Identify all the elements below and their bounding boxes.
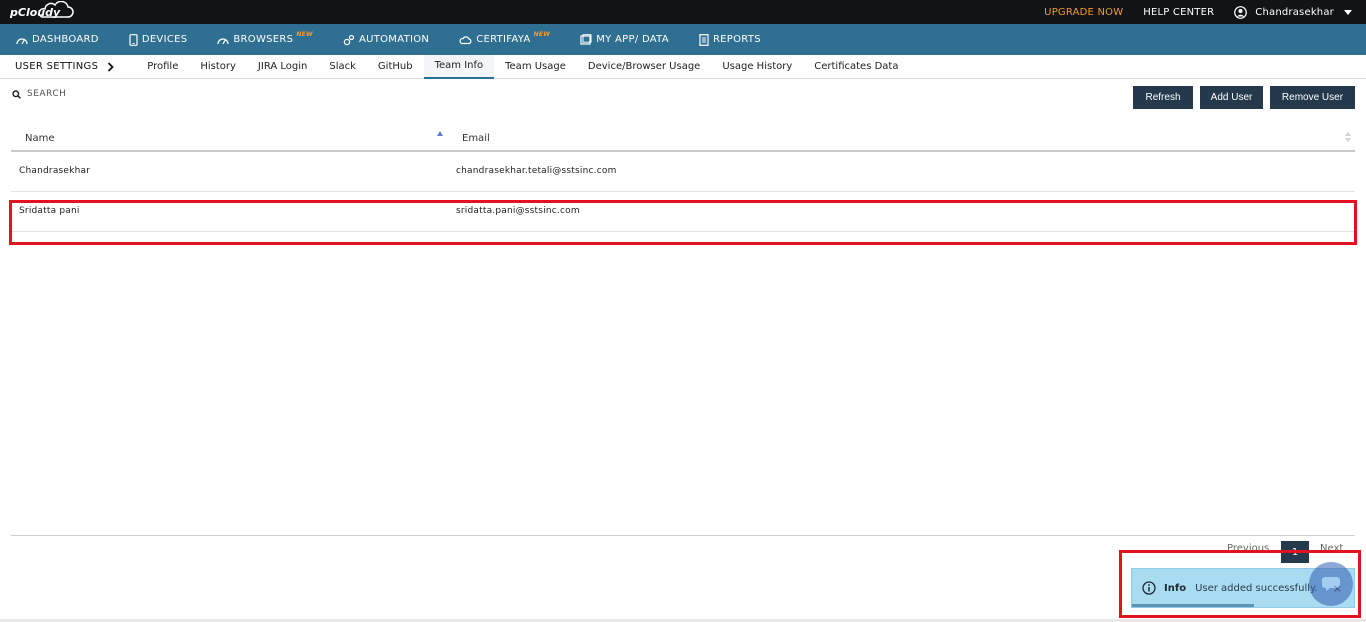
pagination-page-current[interactable]: 1 (1281, 541, 1309, 563)
team-table: Name Email Chandrasekhar chandrasekhar.t… (11, 125, 1355, 232)
tab-team-usage[interactable]: Team Usage (494, 55, 577, 79)
tab-certificates-data[interactable]: Certificates Data (803, 55, 909, 79)
table-header: Name Email (11, 125, 1355, 152)
toast-label: Info (1164, 582, 1187, 594)
table-row[interactable]: Sridatta pani sridatta.pani@sstsinc.com (11, 192, 1355, 232)
caret-down-icon (1344, 9, 1352, 15)
pagination-next[interactable]: Next (1320, 543, 1343, 554)
nav-automation[interactable]: AUTOMATION (343, 34, 429, 46)
pagination-previous[interactable]: Previous (1227, 543, 1269, 554)
user-name: Chandrasekhar (1255, 6, 1334, 18)
sort-ascending-icon[interactable] (437, 131, 443, 136)
tab-slack[interactable]: Slack (318, 55, 367, 79)
nav-label: CERTIFAYA (476, 34, 531, 45)
cell-email: sridatta.pani@sstsinc.com (456, 206, 580, 216)
document-icon (699, 33, 709, 46)
toast-progress-bar (1132, 604, 1255, 607)
tab-team-info[interactable]: Team Info (423, 54, 495, 79)
add-user-button[interactable]: Add User (1200, 86, 1263, 109)
toast-message: User added successfully. (1195, 582, 1318, 594)
new-badge: NEW (533, 31, 551, 38)
logo-text: pCloudy (10, 5, 61, 19)
search-label: SEARCH (27, 89, 67, 99)
nav-my-app-data[interactable]: MY APP/ DATA (580, 34, 669, 45)
top-bar: pCloudy UPGRADE NOW HELP CENTER Chandras… (0, 0, 1366, 24)
nav-label: DEVICES (141, 34, 188, 45)
search-icon (12, 89, 21, 99)
nav-certifaya[interactable]: CERTIFAYA NEW (459, 31, 551, 45)
chat-widget-button[interactable] (1309, 562, 1353, 606)
refresh-button[interactable]: Refresh (1133, 86, 1193, 109)
main-nav: DASHBOARD DEVICES BROWSERS NEW AUTOMATIO… (0, 24, 1366, 55)
cloud-icon (459, 35, 472, 44)
folder-icon (580, 34, 592, 45)
search-field[interactable]: SEARCH (12, 89, 66, 99)
upgrade-now-link[interactable]: UPGRADE NOW (1044, 7, 1123, 18)
tab-usage-history[interactable]: Usage History (711, 55, 803, 79)
nav-label: AUTOMATION (358, 34, 430, 45)
nav-reports[interactable]: REPORTS (699, 33, 761, 46)
tab-profile[interactable]: Profile (136, 55, 189, 79)
chevron-right-icon (108, 61, 115, 72)
pcloudy-logo[interactable]: pCloudy (10, 1, 74, 21)
nav-label: MY APP/ DATA (596, 34, 669, 45)
nav-dashboard[interactable]: DASHBOARD (16, 34, 99, 45)
table-footer-divider (11, 535, 1355, 536)
cell-name: Sridatta pani (19, 206, 80, 216)
user-settings-title: USER SETTINGS (15, 61, 115, 72)
nav-devices[interactable]: DEVICES (129, 33, 188, 46)
nav-label: REPORTS (712, 34, 761, 45)
phone-icon (129, 33, 138, 46)
cell-email: chandrasekhar.tetali@sstsinc.com (456, 166, 617, 176)
nav-label: DASHBOARD (32, 34, 99, 45)
chat-icon (1322, 577, 1340, 591)
column-header-name[interactable]: Name (25, 133, 55, 144)
tab-history[interactable]: History (189, 55, 247, 79)
new-badge: NEW (296, 31, 313, 38)
tab-device-browser-usage[interactable]: Device/Browser Usage (577, 55, 711, 79)
gauge-icon (217, 37, 230, 44)
tab-jira-login[interactable]: JIRA Login (247, 55, 318, 79)
user-settings-subnav: USER SETTINGS Profile History JIRA Login… (0, 54, 1366, 79)
cell-name: Chandrasekhar (19, 166, 91, 176)
user-avatar-icon (1234, 5, 1248, 19)
gauge-icon (16, 37, 28, 44)
gears-icon (343, 34, 355, 45)
nav-label: BROWSERS (233, 34, 294, 45)
help-center-link[interactable]: HELP CENTER (1143, 7, 1214, 18)
table-row[interactable]: Chandrasekhar chandrasekhar.tetali@sstsi… (11, 152, 1355, 192)
info-icon (1142, 581, 1156, 595)
column-header-email[interactable]: Email (462, 133, 490, 144)
remove-user-button[interactable]: Remove User (1270, 86, 1355, 109)
user-menu[interactable]: Chandrasekhar (1234, 5, 1352, 19)
subnav-title-text: USER SETTINGS (15, 61, 99, 72)
sort-icon[interactable] (1345, 132, 1351, 142)
tab-github[interactable]: GitHub (367, 55, 424, 79)
nav-browsers[interactable]: BROWSERS NEW (217, 31, 313, 45)
